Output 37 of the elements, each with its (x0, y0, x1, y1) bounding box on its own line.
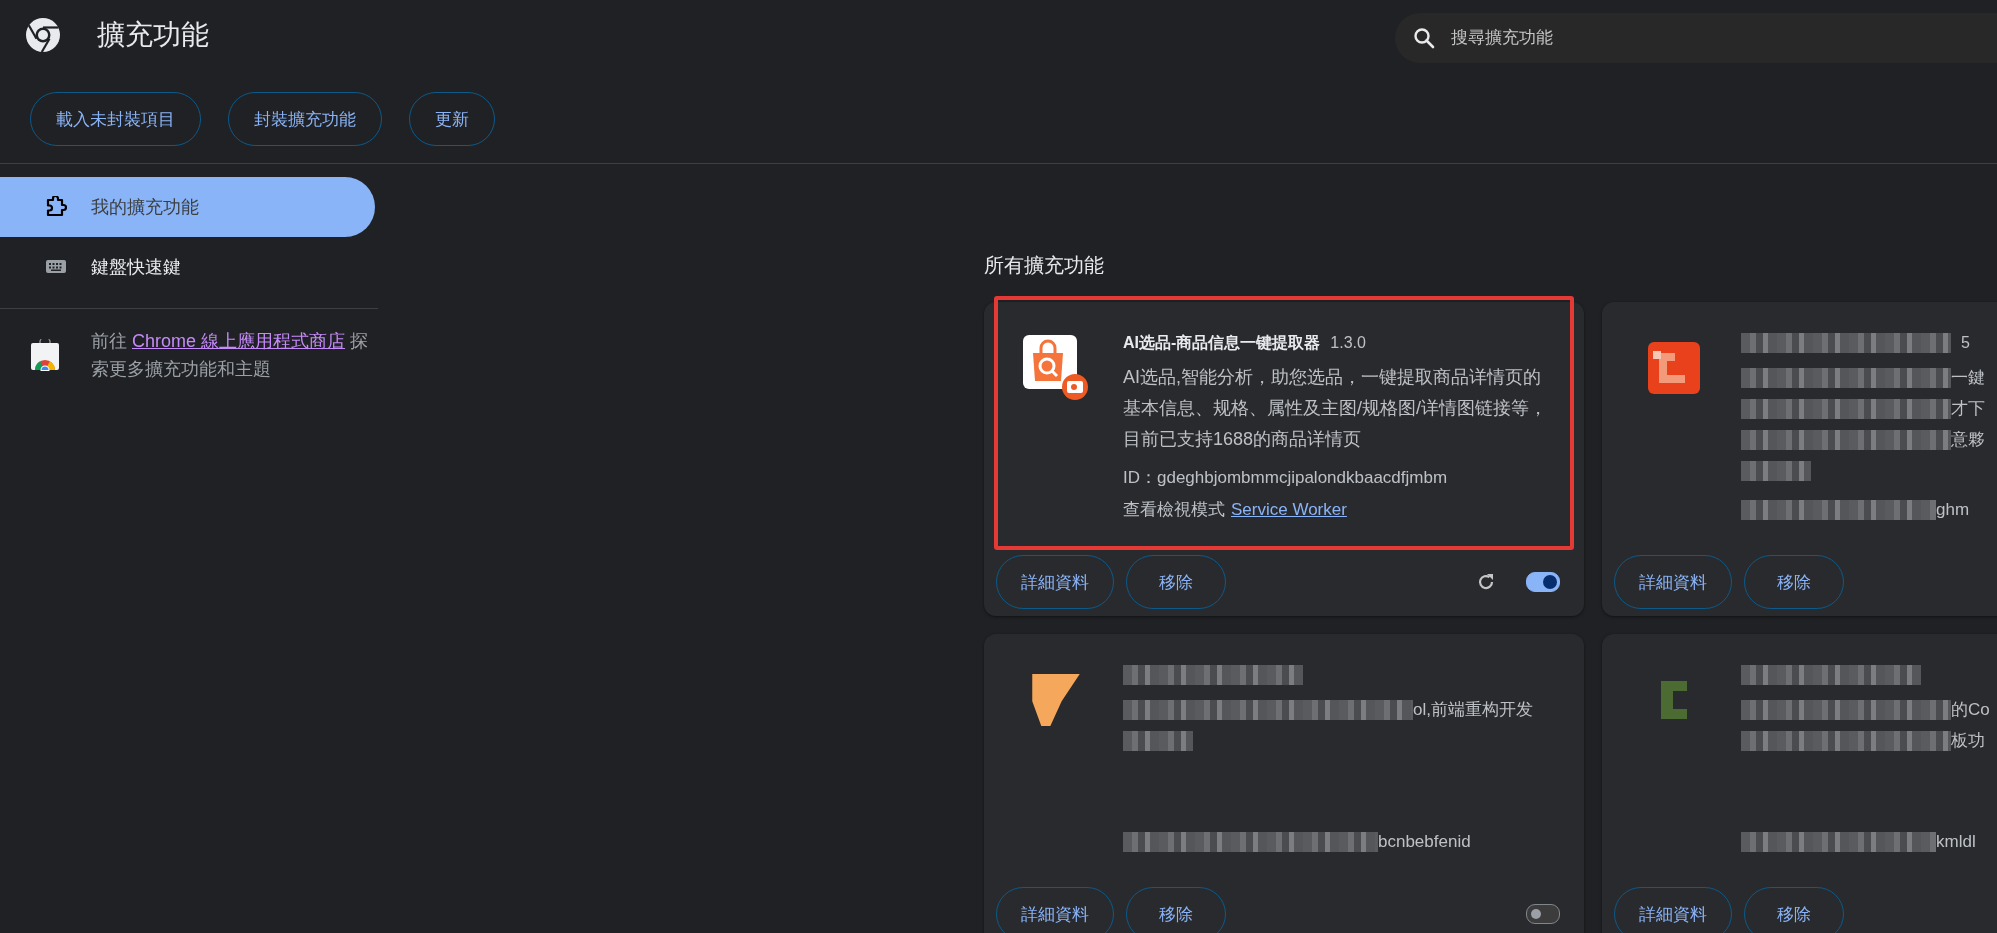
description-fragment: 的Co (1951, 699, 1990, 721)
chrome-logo-icon (25, 17, 61, 53)
shopping-bag-icon (1023, 335, 1089, 401)
extension-icon (1661, 681, 1687, 719)
extension-icon (1648, 342, 1700, 394)
extension-version: 5 (1961, 333, 1970, 353)
extension-id-fragment: bcnbebfenid (1378, 831, 1471, 853)
reload-icon[interactable] (1476, 572, 1496, 592)
extension-icon (1032, 674, 1080, 726)
puzzle-piece-icon (45, 196, 67, 218)
description-fragment: ol,前端重构开发 (1413, 699, 1533, 721)
extension-id-fragment: ghm (1936, 499, 1970, 521)
sidebar-item[interactable]: 鍵盤快速鍵 (0, 237, 375, 297)
description-fragment: 意夥 (1951, 429, 1985, 451)
description-fragment: 一鍵 (1951, 367, 1985, 389)
extension-id-fragment: kmldl (1936, 831, 1976, 853)
web-store-icon (30, 339, 60, 371)
extension-id: ID：gdeghbjombmmcjipalondkbaacdfjmbm (1123, 467, 1449, 489)
search-icon (1413, 27, 1435, 49)
description-fragment: 板功 (1951, 730, 1985, 752)
toggle-switch[interactable] (1526, 904, 1560, 924)
inspect-label: 查看檢視模式 (1123, 499, 1225, 521)
blurred-text (1123, 730, 1193, 751)
service-worker-link[interactable]: Service Worker (1231, 494, 1347, 526)
sidebar-item[interactable]: 我的擴充功能 (0, 177, 375, 237)
search-input[interactable]: 搜尋擴充功能 (1449, 27, 1997, 49)
extension-description: AI选品,智能分析，助您选品，一键提取商品详情页的基本信息、规格、属性及主图/规格图/详情图链接等，目前已支持1688的商品详情页 (1123, 366, 1548, 451)
blurred-text (1741, 460, 1811, 481)
search-field[interactable]: 搜尋擴充功能 (1395, 13, 1997, 63)
store-link[interactable]: Chrome 線上應用程式商店 (132, 331, 346, 351)
section-heading: 所有擴充功能 (984, 253, 1105, 278)
description-fragment: 才下 (1951, 398, 1985, 420)
page-title: 擴充功能 (97, 18, 209, 52)
extension-version: 1.3.0 (1330, 333, 1366, 353)
toggle-switch[interactable] (1526, 572, 1560, 592)
extension-name: AI选品-商品信息一键提取器 (1123, 333, 1321, 353)
store-description: 前往 Chrome 線上應用程式商店 探索更多擴充功能和主題 (91, 330, 370, 381)
